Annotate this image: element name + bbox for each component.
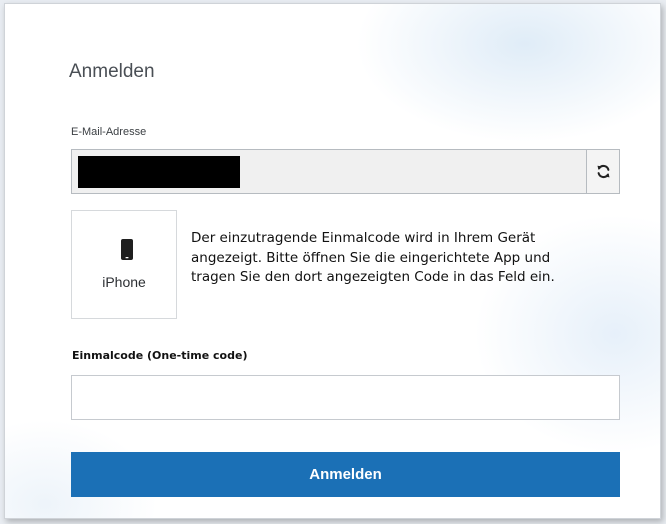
page-title: Anmelden: [69, 61, 155, 82]
smartphone-icon: [121, 239, 133, 260]
email-value-redacted: [78, 156, 240, 188]
login-dialog: Anmelden E-Mail-Adresse iPhone Der einzu…: [4, 3, 661, 519]
submit-button[interactable]: Anmelden: [71, 452, 620, 497]
device-card: iPhone: [71, 210, 177, 319]
refresh-icon: [597, 164, 609, 179]
device-name: iPhone: [102, 274, 146, 290]
otp-input[interactable]: [71, 375, 620, 420]
instruction-text: Der einzutragende Einmalcode wird in Ihr…: [191, 230, 555, 285]
email-label: E-Mail-Adresse: [71, 126, 147, 138]
refresh-button[interactable]: [586, 150, 619, 193]
email-field: [71, 149, 620, 194]
otp-label: Einmalcode (One-time code): [72, 349, 248, 362]
login-form: Anmelden E-Mail-Adresse iPhone Der einzu…: [5, 4, 660, 518]
